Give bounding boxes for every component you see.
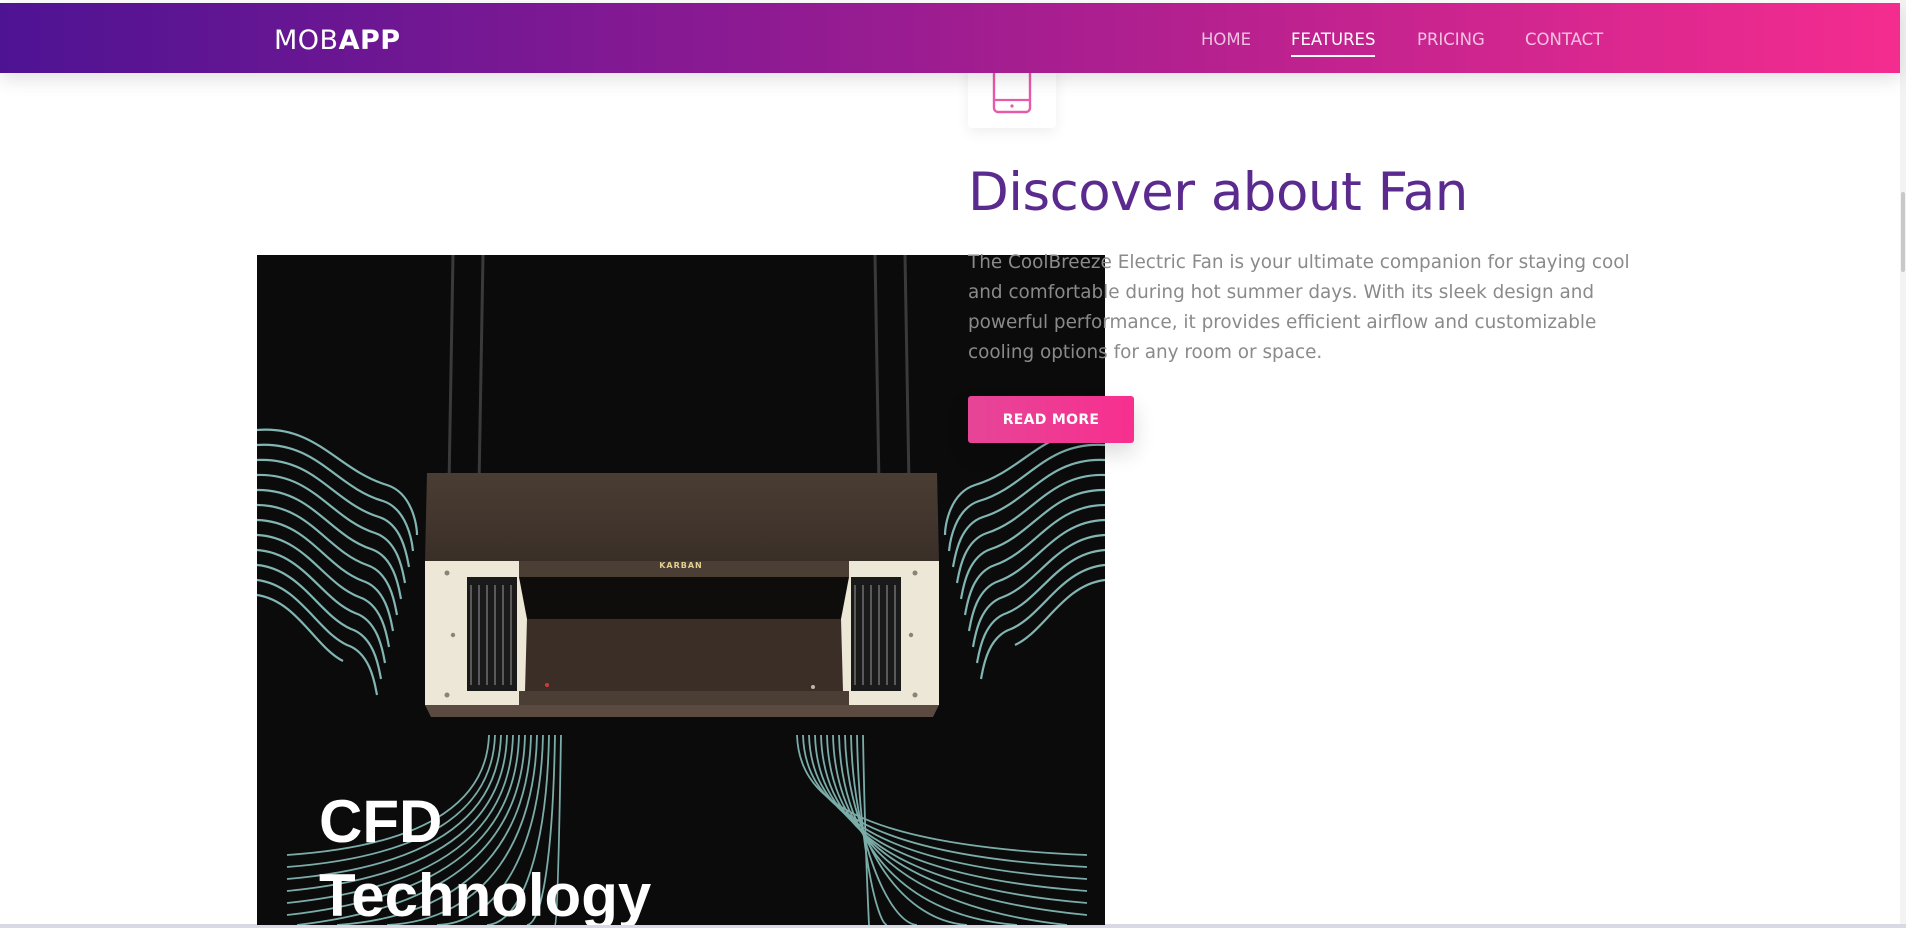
brand-logo-bold: APP bbox=[338, 25, 401, 56]
tablet-icon bbox=[992, 66, 1032, 114]
read-more-button[interactable]: READ MORE bbox=[968, 396, 1134, 443]
section-description: The CoolBreeze Electric Fan is your ulti… bbox=[968, 252, 1630, 363]
page-scrollbar-track[interactable] bbox=[1900, 0, 1906, 928]
page-scrollbar-thumb[interactable] bbox=[1901, 192, 1905, 272]
top-navbar: MOBAPP HOME FEATURES PRICING CONTACT bbox=[0, 3, 1900, 73]
nav-link-features[interactable]: FEATURES bbox=[1291, 29, 1376, 57]
brand-logo[interactable]: MOBAPP bbox=[274, 24, 401, 58]
brand-logo-light: MOB bbox=[274, 25, 339, 56]
section-title: Discover about Fan bbox=[968, 162, 1468, 223]
nav-link-home[interactable]: HOME bbox=[1201, 29, 1251, 51]
nav-link-contact[interactable]: CONTACT bbox=[1525, 29, 1603, 51]
nav-link-pricing[interactable]: PRICING bbox=[1417, 29, 1485, 51]
image-caption-text: CFD Technology bbox=[319, 788, 652, 925]
fan-brand-mark: KARBAN bbox=[659, 561, 703, 570]
nav-link-features-label: FEATURES bbox=[1291, 30, 1376, 49]
nav-active-underline bbox=[1291, 55, 1376, 57]
